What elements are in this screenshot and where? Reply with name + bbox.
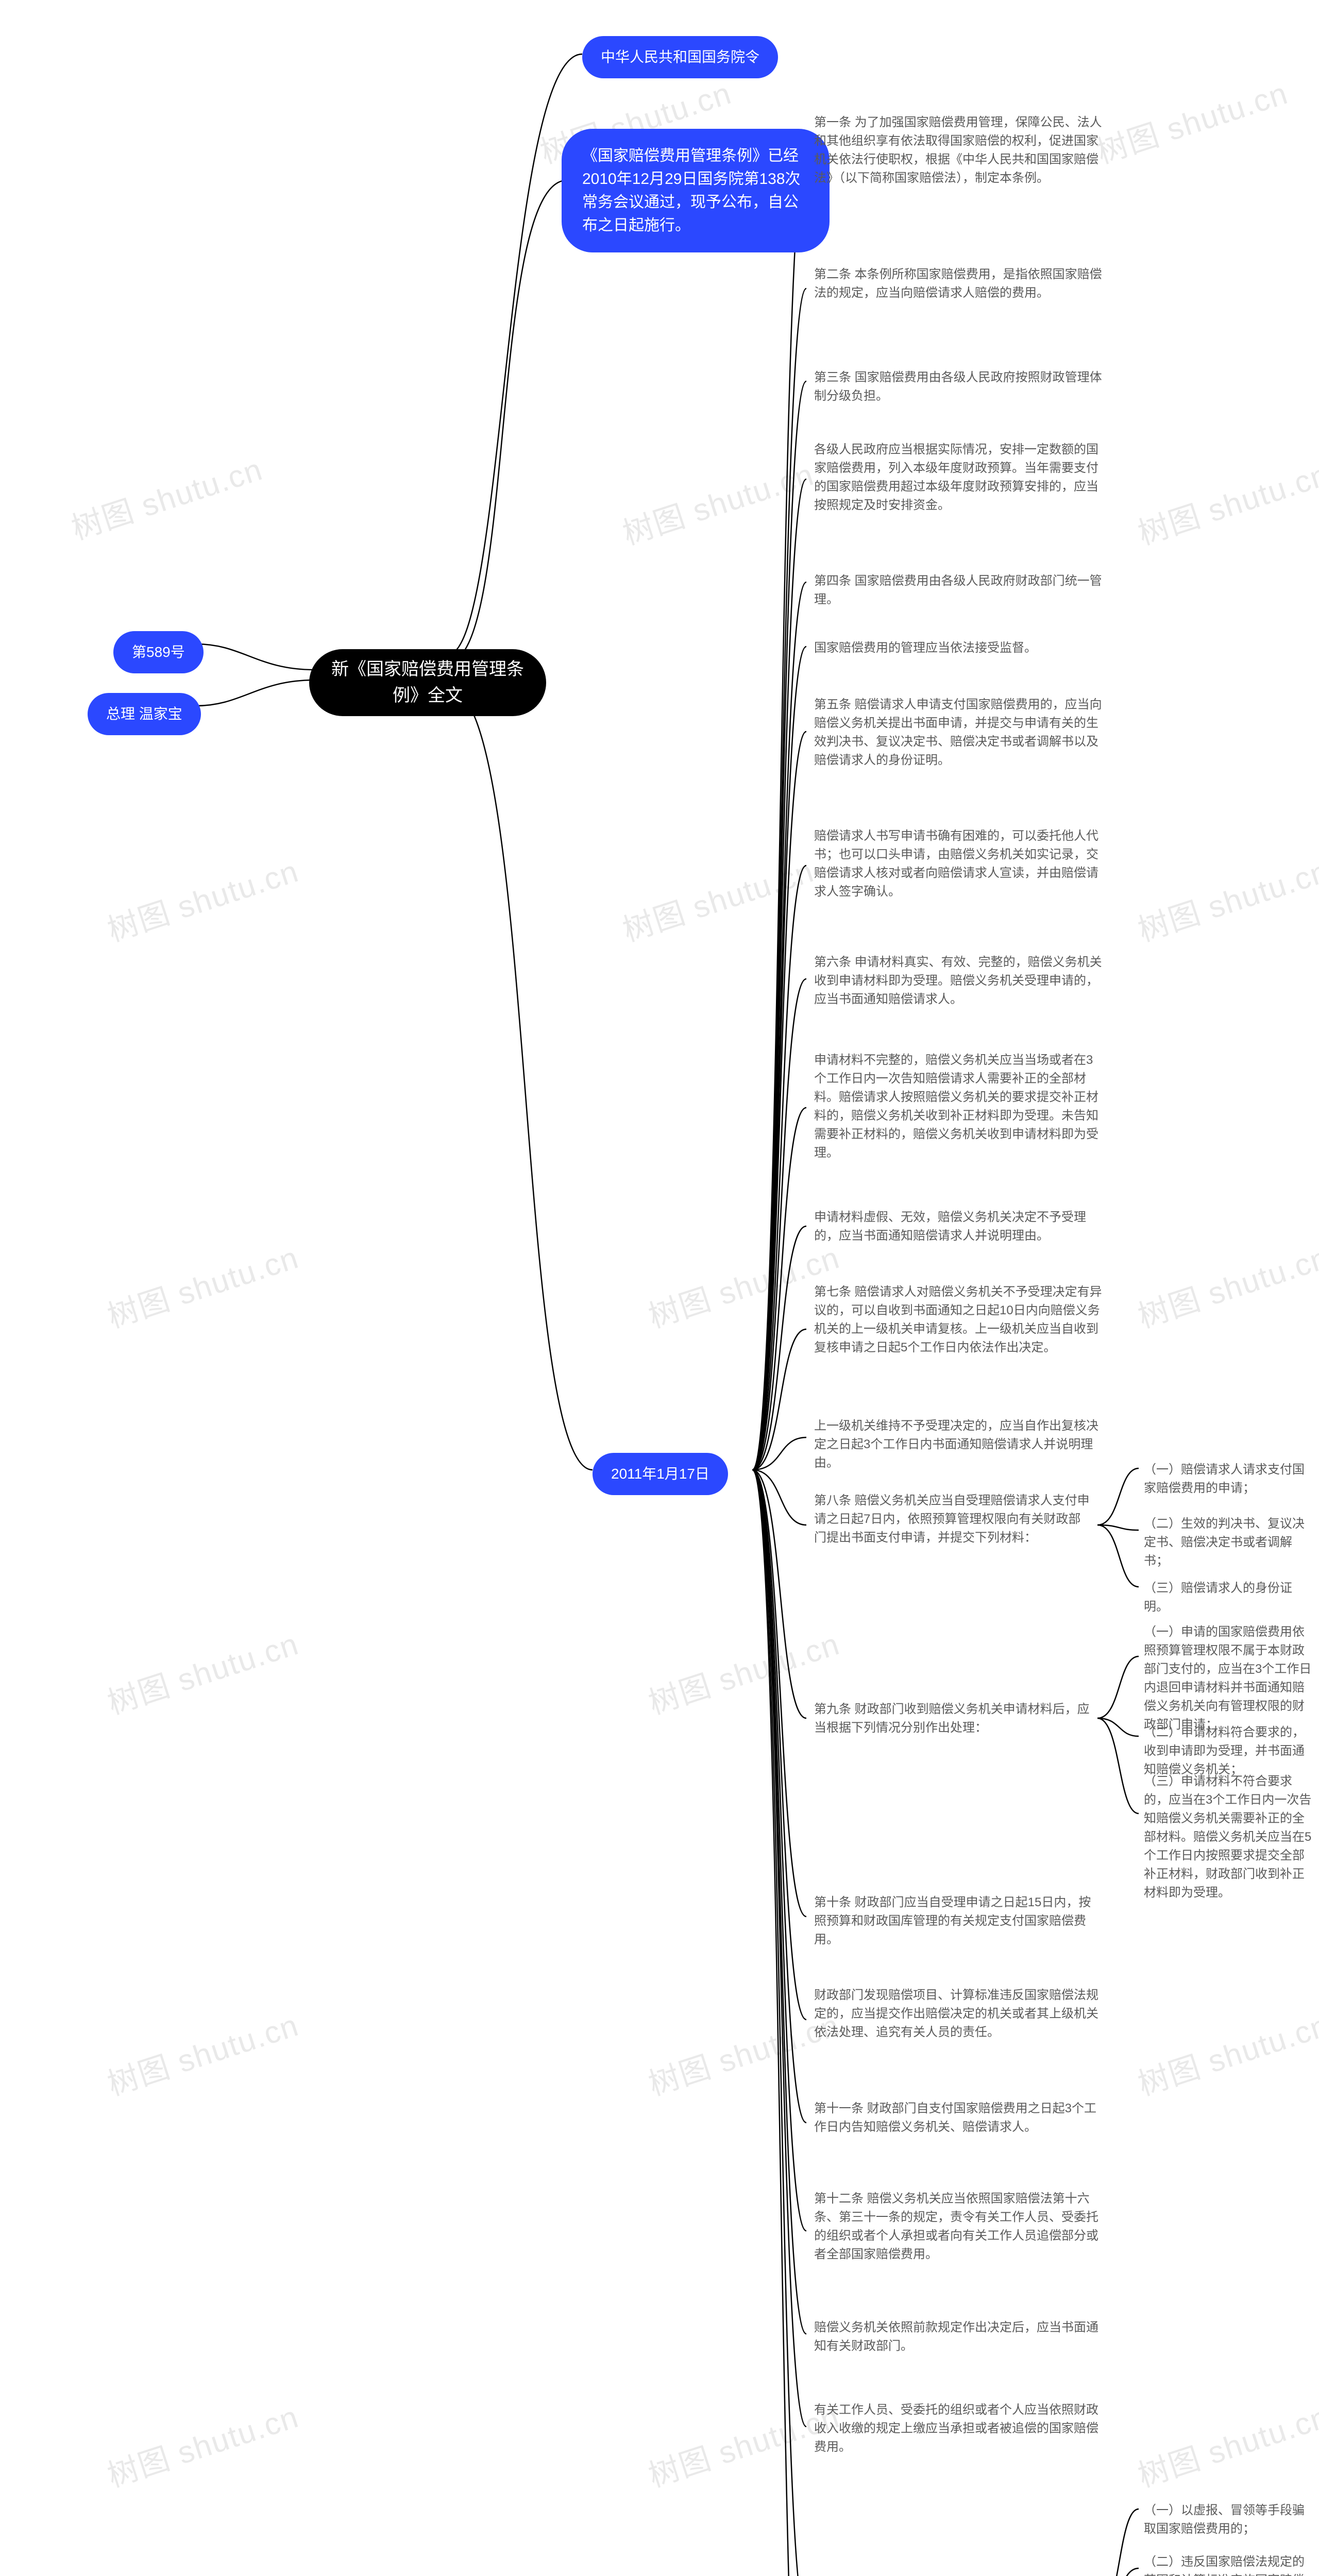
article-18: 第十一条 财政部门自支付国家赔偿费用之日起3个工作日内告知赔偿义务机关、赔偿请求… bbox=[814, 2099, 1103, 2137]
watermark: 树图 shutu.cn bbox=[1131, 2001, 1319, 2105]
left-node-premier[interactable]: 总理 温家宝 bbox=[88, 693, 201, 735]
article-2: 第二条 本条例所称国家赔偿费用，是指依照国家赔偿法的规定，应当向赔偿请求人赔偿的… bbox=[814, 265, 1103, 302]
left-node-589[interactable]: 第589号 bbox=[113, 631, 204, 673]
watermark: 树图 shutu.cn bbox=[1131, 1233, 1319, 1337]
article-15-sub-1: （一）申请的国家赔偿费用依照预算管理权限不属于本财政部门支付的，应当在3个工作日… bbox=[1144, 1623, 1314, 1734]
article-20: 赔偿义务机关依照前款规定作出决定后，应当书面通知有关财政部门。 bbox=[814, 2318, 1103, 2355]
article-6: 国家赔偿费用的管理应当依法接受监督。 bbox=[814, 639, 1037, 657]
article-14-sub-3: （三）赔偿请求人的身份证明。 bbox=[1144, 1579, 1309, 1616]
top-node-state-council-label: 中华人民共和国国务院令 bbox=[601, 46, 759, 68]
article-13: 上一级机关维持不予受理决定的，应当自作出复核决定之日起3个工作日内书面通知赔偿请… bbox=[814, 1417, 1103, 1472]
top-node-preamble-text: 《国家赔偿费用管理条例》已经2010年12月29日国务院第138次常务会议通过，… bbox=[582, 144, 809, 237]
watermark: 树图 shutu.cn bbox=[616, 450, 819, 554]
article-16: 第十条 财政部门应当自受理申请之日起15日内，按照预算和财政国库管理的有关规定支… bbox=[814, 1893, 1103, 1949]
article-10: 申请材料不完整的，赔偿义务机关应当当场或者在3个工作日内一次告知赔偿请求人需要补… bbox=[814, 1051, 1103, 1162]
date-node-label: 2011年1月17日 bbox=[611, 1463, 709, 1485]
article-7: 第五条 赔偿请求人申请支付国家赔偿费用的，应当向赔偿义务机关提出书面申请，并提交… bbox=[814, 696, 1103, 770]
watermark: 树图 shutu.cn bbox=[101, 846, 304, 951]
watermark: 树图 shutu.cn bbox=[101, 2001, 304, 2105]
article-1: 第一条 为了加强国家赔偿费用管理，保障公民、法人和其他组织享有依法取得国家赔偿的… bbox=[814, 113, 1103, 188]
article-17: 财政部门发现赔偿项目、计算标准违反国家赔偿法规定的，应当提交作出赔偿决定的机关或… bbox=[814, 1986, 1103, 2042]
top-node-state-council[interactable]: 中华人民共和国国务院令 bbox=[582, 36, 778, 78]
article-15-sub-3: （三）申请材料不符合要求的，应当在3个工作日内一次告知赔偿义务机关需要补正的全部… bbox=[1144, 1772, 1314, 1902]
article-15-sub-2: （二）申请材料符合要求的，收到申请即为受理，并书面通知赔偿义务机关； bbox=[1144, 1723, 1314, 1779]
watermark: 树图 shutu.cn bbox=[1131, 450, 1319, 554]
article-8: 赔偿请求人书写申请书确有困难的，可以委托他人代书；也可以口头申请，由赔偿义务机关… bbox=[814, 827, 1103, 901]
article-15: 第九条 财政部门收到赔偿义务机关申请材料后，应当根据下列情况分别作出处理： bbox=[814, 1700, 1092, 1737]
connector-lines bbox=[0, 0, 1319, 2576]
article-21: 有关工作人员、受委托的组织或者个人应当依照财政收入收缴的规定上缴应当承担或者被追… bbox=[814, 2401, 1103, 2456]
top-node-preamble[interactable]: 《国家赔偿费用管理条例》已经2010年12月29日国务院第138次常务会议通过，… bbox=[562, 129, 830, 252]
article-14-sub-2: （二）生效的判决书、复议决定书、赔偿决定书或者调解书； bbox=[1144, 1515, 1309, 1570]
watermark: 树图 shutu.cn bbox=[1090, 69, 1293, 173]
watermark: 树图 shutu.cn bbox=[101, 1233, 304, 1337]
watermark: 树图 shutu.cn bbox=[65, 445, 268, 549]
date-node[interactable]: 2011年1月17日 bbox=[593, 1453, 728, 1495]
left-node-589-label: 第589号 bbox=[132, 641, 185, 663]
root-node[interactable]: 新《国家赔偿费用管理条例》全文 bbox=[309, 649, 546, 716]
article-12: 第七条 赔偿请求人对赔偿义务机关不予受理决定有异议的，可以自收到书面通知之日起1… bbox=[814, 1283, 1103, 1357]
article-19: 第十二条 赔偿义务机关应当依照国家赔偿法第十六条、第三十一条的规定，责令有关工作… bbox=[814, 2190, 1103, 2264]
article-22-sub-2: （二）违反国家赔偿法规定的范围和计算标准实施国家赔偿造成财政资金损失的； bbox=[1144, 2553, 1314, 2576]
article-14: 第八条 赔偿义务机关应当自受理赔偿请求人支付申请之日起7日内，依照预算管理权限向… bbox=[814, 1492, 1092, 1547]
watermark: 树图 shutu.cn bbox=[101, 2392, 304, 2496]
article-3: 第三条 国家赔偿费用由各级人民政府按照财政管理体制分级负担。 bbox=[814, 368, 1103, 405]
article-11: 申请材料虚假、无效，赔偿义务机关决定不予受理的，应当书面通知赔偿请求人并说明理由… bbox=[814, 1208, 1103, 1245]
watermark: 树图 shutu.cn bbox=[101, 1619, 304, 1723]
article-4: 各级人民政府应当根据实际情况，安排一定数额的国家赔偿费用，列入本级年度财政预算。… bbox=[814, 440, 1103, 515]
watermark: 树图 shutu.cn bbox=[616, 846, 819, 951]
left-node-premier-label: 总理 温家宝 bbox=[106, 703, 182, 725]
watermark: 树图 shutu.cn bbox=[1131, 846, 1319, 951]
article-5: 第四条 国家赔偿费用由各级人民政府财政部门统一管理。 bbox=[814, 572, 1103, 609]
watermark: 树图 shutu.cn bbox=[1131, 2392, 1319, 2496]
root-title: 新《国家赔偿费用管理条例》全文 bbox=[328, 656, 528, 709]
article-22-sub-1: （一）以虚报、冒领等手段骗取国家赔偿费用的； bbox=[1144, 2501, 1314, 2538]
article-9: 第六条 申请材料真实、有效、完整的，赔偿义务机关收到申请材料即为受理。赔偿义务机… bbox=[814, 953, 1103, 1009]
article-14-sub-1: （一）赔偿请求人请求支付国家赔偿费用的申请； bbox=[1144, 1461, 1309, 1498]
